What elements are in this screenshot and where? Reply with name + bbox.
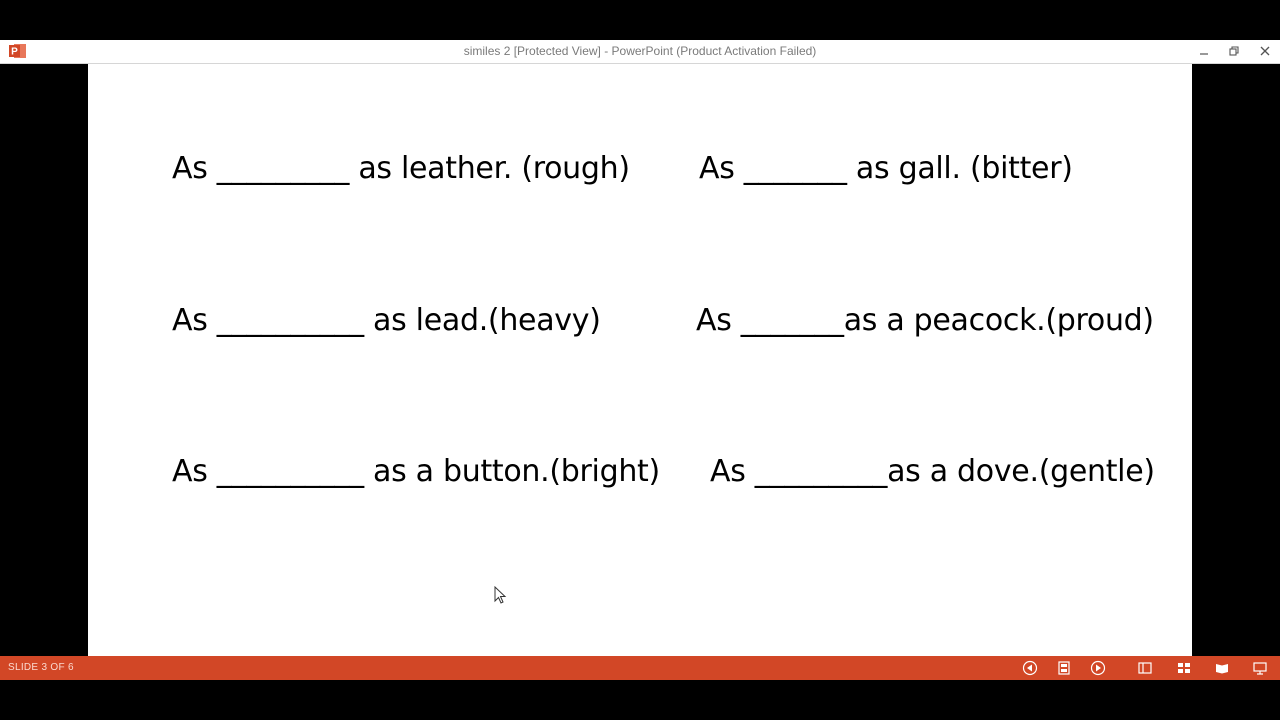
simile-bitter: As _______ as gall. (bitter) — [699, 151, 1073, 186]
simile-rough: As _________ as leather. (rough) — [172, 151, 630, 186]
minimize-icon[interactable] — [1193, 42, 1215, 60]
previous-slide-icon[interactable] — [1020, 659, 1040, 677]
restore-icon[interactable] — [1223, 42, 1245, 60]
simile-proud: As _______as a peacock.(proud) — [696, 303, 1154, 338]
window-title: similes 2 [Protected View] - PowerPoint … — [463, 44, 817, 58]
simile-bright: As __________ as a button.(bright) — [172, 454, 660, 489]
next-slide-icon[interactable] — [1088, 659, 1108, 677]
title-bar: P similes 2 [Protected View] - PowerPoin… — [0, 40, 1280, 64]
slide[interactable]: As _________ as leather. (rough) As ____… — [88, 64, 1192, 656]
simile-heavy: As __________ as lead.(heavy) — [172, 303, 601, 338]
slide-sorter-icon[interactable] — [1174, 659, 1194, 677]
slide-navigator-icon[interactable] — [1054, 659, 1074, 677]
status-bar: SLIDE 3 OF 6 — [0, 656, 1280, 680]
reading-view-icon[interactable] — [1212, 659, 1232, 677]
simile-gentle: As _________as a dove.(gentle) — [710, 454, 1155, 489]
normal-view-icon[interactable] — [1135, 659, 1155, 677]
mouse-pointer-icon — [494, 586, 507, 604]
letterbox-bottom — [0, 680, 1280, 720]
slide-stage: As _________ as leather. (rough) As ____… — [0, 64, 1280, 656]
slide-show-icon[interactable] — [1250, 659, 1270, 677]
close-icon[interactable] — [1254, 42, 1276, 60]
slide-counter: SLIDE 3 OF 6 — [8, 662, 74, 673]
